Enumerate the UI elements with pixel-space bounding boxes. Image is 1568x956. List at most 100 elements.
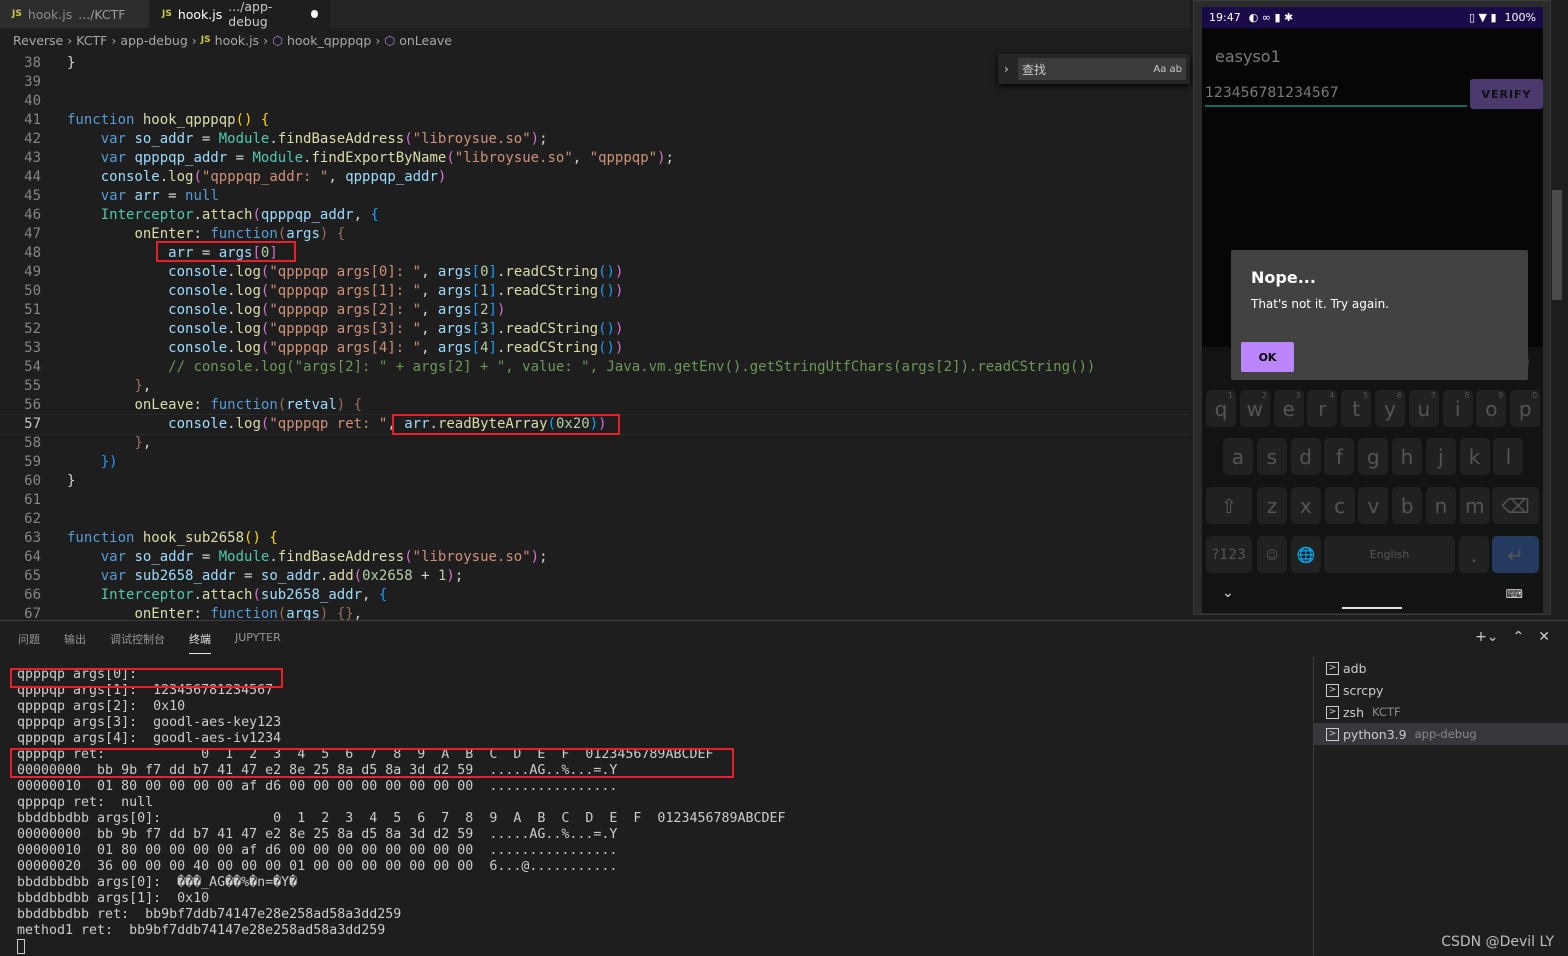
code-token: qpppqp_addr xyxy=(260,207,354,223)
key-q[interactable]: q1 xyxy=(1206,390,1236,427)
panel-tab[interactable]: 问题 xyxy=(18,631,40,654)
code-line[interactable]: 61 xyxy=(0,491,1190,510)
key-u[interactable]: u7 xyxy=(1408,390,1439,427)
panel-tab[interactable]: JUPYTER xyxy=(235,631,281,654)
terminal-item[interactable]: > python3.9 app-debug xyxy=(1314,723,1568,745)
crumb-function[interactable]: hook_qpppqp xyxy=(287,33,371,48)
code-line[interactable]: 59 }) xyxy=(0,453,1190,472)
panel-tab[interactable]: 调试控制台 xyxy=(110,631,165,654)
key-t[interactable]: t5 xyxy=(1341,390,1372,427)
verify-button[interactable]: VERIFY xyxy=(1470,79,1543,109)
code-line[interactable]: 41 function hook_qpppqp() { xyxy=(0,111,1190,130)
code-line[interactable]: 64 var so_addr = Module.findBaseAddress(… xyxy=(0,548,1190,567)
crumb-app-debug[interactable]: app-debug xyxy=(120,33,187,48)
key-g[interactable]: g xyxy=(1358,438,1389,475)
find-options[interactable]: Aa ab xyxy=(1153,64,1182,75)
line-number: 65 xyxy=(24,568,41,584)
code-line[interactable]: 49 console.log("qpppqp args[0]: ", args[… xyxy=(0,263,1190,282)
code-line[interactable]: 40 xyxy=(0,92,1190,111)
chevron-right-icon[interactable]: › xyxy=(1004,62,1009,76)
code-line[interactable]: 46 Interceptor.attach(qpppqp_addr, { xyxy=(0,206,1190,225)
code-line[interactable]: 43 var qpppqp_addr = Module.findExportBy… xyxy=(0,149,1190,168)
key-c[interactable]: c xyxy=(1324,487,1355,524)
key-y[interactable]: y6 xyxy=(1375,390,1405,427)
code-token: sub2658_addr xyxy=(260,587,363,603)
key-v[interactable]: v xyxy=(1358,487,1389,524)
key-m[interactable]: m xyxy=(1459,487,1490,524)
key-e[interactable]: e3 xyxy=(1273,390,1304,427)
key-p[interactable]: p0 xyxy=(1510,390,1541,427)
crumb-file[interactable]: hook.js xyxy=(215,33,259,48)
code-line[interactable]: 58 }, xyxy=(0,434,1190,453)
crumb-kctf[interactable]: KCTF xyxy=(76,33,107,48)
code-line[interactable]: 65 var sub2658_addr = so_addr.add(0x2658… xyxy=(0,567,1190,586)
ok-button[interactable]: OK xyxy=(1241,342,1294,372)
scrollbar[interactable] xyxy=(1552,190,1562,300)
code-token: }) xyxy=(100,454,118,470)
crumb-reverse[interactable]: Reverse xyxy=(13,33,63,48)
key-o[interactable]: o9 xyxy=(1476,390,1507,427)
nav-handle[interactable] xyxy=(1342,607,1402,609)
chevron-down-icon[interactable]: ⌄ xyxy=(1222,585,1234,601)
code-line[interactable]: 60} xyxy=(0,472,1190,491)
globe-icon[interactable]: 🌐 xyxy=(1291,536,1321,573)
key-d[interactable]: d xyxy=(1290,438,1321,475)
plus-icon[interactable]: +⌄ xyxy=(1475,629,1498,645)
key-b[interactable]: b xyxy=(1392,487,1423,524)
enter-icon[interactable]: ↵ xyxy=(1492,536,1539,573)
space-key[interactable]: English xyxy=(1324,536,1455,573)
key-x[interactable]: x xyxy=(1290,487,1321,524)
panel-tab[interactable]: 输出 xyxy=(64,631,86,654)
code-line[interactable]: 63 function hook_sub2658() { xyxy=(0,529,1190,548)
symbols-key[interactable]: ?123 xyxy=(1206,536,1252,573)
panel-tab[interactable]: 终端 xyxy=(189,631,211,654)
keyboard-icon[interactable]: ⌨ xyxy=(1506,587,1523,601)
find-input[interactable]: 查找 Aa ab xyxy=(1018,58,1186,80)
key-l[interactable]: l xyxy=(1493,438,1524,475)
backspace-icon[interactable]: ⌫ xyxy=(1492,487,1539,524)
emoji-comma-key[interactable]: ☺ xyxy=(1257,536,1287,573)
key-r[interactable]: r4 xyxy=(1307,390,1338,427)
shift-icon[interactable]: ⇧ xyxy=(1206,487,1252,524)
terminal-item[interactable]: > scrcpy xyxy=(1314,679,1568,701)
terminal-item[interactable]: > adb xyxy=(1314,657,1568,679)
code-line[interactable]: 53 console.log("qpppqp args[4]: ", args[… xyxy=(0,339,1190,358)
key-s[interactable]: s xyxy=(1256,438,1287,475)
code-line[interactable]: 66 Interceptor.attach(sub2658_addr, { xyxy=(0,586,1190,605)
crumb-onleave[interactable]: onLeave xyxy=(399,33,452,48)
key-k[interactable]: k xyxy=(1459,438,1490,475)
key-z[interactable]: z xyxy=(1257,487,1287,524)
code-line[interactable]: 51 console.log("qpppqp args[2]: ", args[… xyxy=(0,301,1190,320)
code-editor[interactable]: 38} 39 40 41 function hook_qpppqp() {42 var … xyxy=(0,54,1190,620)
code-line[interactable]: 67 onEnter: function(args) {}, xyxy=(0,605,1190,620)
key-i[interactable]: i8 xyxy=(1442,390,1473,427)
phone-screen[interactable]: 19:47 ◐ ∞ ▮ ✱ ▯ ▼ ▮ 100% easyso1 1234567… xyxy=(1202,7,1543,613)
key-n[interactable]: n xyxy=(1426,487,1456,524)
code-line[interactable]: 52 console.log("qpppqp args[3]: ", args[… xyxy=(0,320,1190,339)
key-w[interactable]: w2 xyxy=(1239,390,1270,427)
code-token: console xyxy=(168,321,228,337)
key-a[interactable]: a xyxy=(1223,438,1253,475)
terminal-output[interactable]: qpppqp args[0]: qpppqp args[1]: 123456781… xyxy=(17,667,786,956)
terminal-item[interactable]: > zsh KCTF xyxy=(1314,701,1568,723)
code-line[interactable]: 44 console.log("qpppqp_addr: ", qpppqp_a… xyxy=(0,168,1190,187)
key-h[interactable]: h xyxy=(1392,438,1422,475)
key-j[interactable]: j xyxy=(1425,438,1456,475)
period-key[interactable]: . xyxy=(1459,536,1489,573)
tab-hook-kctf[interactable]: JS hook.js .../KCTF xyxy=(0,0,148,28)
code-line[interactable]: 56 onLeave: function(retval) { xyxy=(0,396,1190,415)
code-token: } xyxy=(134,378,143,394)
unsaved-dot-icon[interactable] xyxy=(311,10,318,18)
flag-input[interactable]: 123456781234567 xyxy=(1205,85,1467,107)
tab-hook-app-debug[interactable]: JS hook.js .../app-debug xyxy=(150,0,330,29)
code-line[interactable]: 55 }, xyxy=(0,377,1190,396)
close-icon[interactable]: ✕ xyxy=(1538,629,1550,645)
code-line[interactable]: 45 var arr = null xyxy=(0,187,1190,206)
chevron-up-icon[interactable]: ⌃ xyxy=(1513,629,1525,645)
code-line[interactable]: 62 xyxy=(0,510,1190,529)
code-line[interactable]: 50 console.log("qpppqp args[1]: ", args[… xyxy=(0,282,1190,301)
key-f[interactable]: f xyxy=(1324,438,1355,475)
code-line[interactable]: 54 // console.log("args[2]: " + args[2] … xyxy=(0,358,1190,377)
code-line[interactable]: 42 var so_addr = Module.findBaseAddress(… xyxy=(0,130,1190,149)
